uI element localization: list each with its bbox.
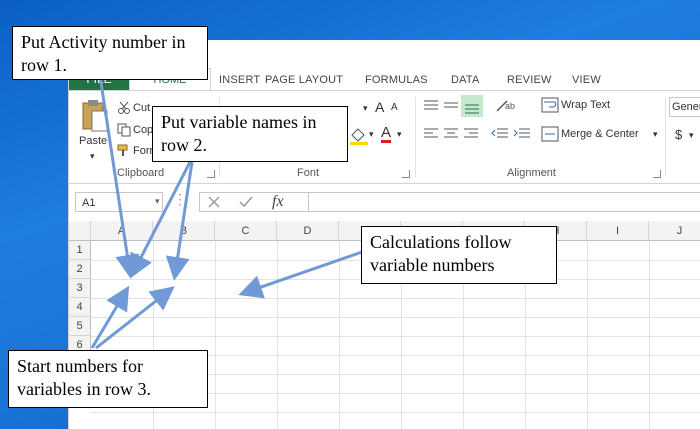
font-color-dropdown-icon[interactable]: ▾ [397, 129, 402, 140]
formula-bar: A1 ▾ ⋮ fx [69, 189, 700, 215]
column-header[interactable]: I [587, 221, 649, 241]
currency-dropdown-icon[interactable]: ▾ [689, 130, 694, 141]
tab-page-layout[interactable]: PAGE LAYOUT [265, 74, 343, 86]
name-box[interactable]: A1 [75, 192, 163, 212]
middle-align-icon[interactable] [443, 99, 459, 118]
currency-button[interactable]: $ [675, 127, 682, 142]
font-size-dropdown-icon[interactable]: ▾ [363, 103, 368, 114]
fill-color-dropdown-icon[interactable]: ▾ [369, 129, 374, 140]
format-painter-icon[interactable] [117, 144, 131, 163]
callout-calculations: Calculations follow variable numbers [361, 226, 557, 284]
clipboard-group-label: Clipboard [117, 167, 165, 179]
group-separator [415, 97, 416, 177]
paste-label[interactable]: Paste [79, 135, 107, 147]
column-header[interactable]: C [215, 221, 277, 241]
cancel-icon[interactable] [206, 195, 222, 214]
dialog-launcher-icon[interactable] [653, 170, 661, 178]
number-format-dropdown[interactable]: General [669, 97, 700, 117]
row-header[interactable]: 2 [69, 260, 91, 279]
row-header[interactable]: 5 [69, 317, 91, 336]
copy-icon[interactable] [117, 123, 131, 142]
gridline [277, 241, 278, 429]
svg-text:ab: ab [505, 101, 515, 111]
formula-buttons: fx [199, 192, 309, 212]
wrap-text-button[interactable]: Wrap Text [561, 99, 610, 111]
top-align-icon[interactable] [423, 99, 439, 118]
tab-formulas[interactable]: FORMULAS [365, 74, 428, 86]
font-color-button[interactable]: A [381, 125, 392, 143]
dialog-launcher-icon[interactable] [402, 170, 410, 178]
merge-center-button[interactable]: Merge & Center [561, 128, 639, 140]
dialog-launcher-icon[interactable] [207, 170, 215, 178]
column-header[interactable]: D [277, 221, 339, 241]
orientation-icon[interactable]: ab [495, 97, 517, 118]
callout-variable-names: Put variable names in row 2. [152, 106, 348, 162]
column-header[interactable]: J [649, 221, 700, 241]
gridline [339, 241, 340, 429]
callout-activity: Put Activity number in row 1. [12, 26, 208, 80]
cut-label[interactable]: Cut [133, 102, 150, 114]
row-header[interactable]: 4 [69, 298, 91, 317]
gridline [91, 336, 700, 337]
grow-font-button[interactable]: A [375, 99, 384, 115]
name-box-dropdown-icon[interactable]: ▾ [155, 196, 160, 207]
column-header[interactable]: B [153, 221, 215, 241]
fill-color-icon[interactable] [349, 127, 371, 150]
merge-center-icon[interactable] [541, 126, 559, 147]
decrease-indent-icon[interactable] [491, 127, 509, 146]
shrink-font-button[interactable]: A [391, 102, 398, 113]
gridline [91, 298, 700, 299]
group-separator [665, 97, 666, 177]
more-icon: ⋮ [173, 191, 187, 207]
tab-data[interactable]: DATA [451, 74, 480, 86]
font-group-label: Font [297, 167, 320, 179]
tab-insert[interactable]: INSERT [219, 74, 260, 86]
chevron-down-icon[interactable]: ▾ [90, 151, 95, 162]
alignment-group-label: Alignment [507, 167, 556, 179]
tab-review[interactable]: REVIEW [507, 74, 552, 86]
formula-input[interactable] [309, 192, 700, 212]
gridline [91, 317, 700, 318]
tab-view[interactable]: VIEW [572, 74, 601, 86]
enter-check-icon[interactable] [238, 195, 254, 214]
bottom-align-icon[interactable] [461, 95, 483, 117]
gridline [649, 241, 650, 429]
paste-icon[interactable] [81, 99, 109, 138]
gridline [587, 241, 588, 429]
gridline [215, 241, 216, 429]
row-header[interactable]: 3 [69, 279, 91, 298]
insert-function-button[interactable]: fx [272, 193, 284, 211]
merge-dropdown-icon[interactable]: ▾ [653, 129, 658, 140]
callout-start-numbers: Start numbers for variables in row 3. [8, 350, 208, 408]
row-header[interactable]: 1 [69, 241, 91, 260]
column-header[interactable]: A [91, 221, 153, 241]
align-left-icon[interactable] [423, 127, 439, 146]
wrap-text-icon[interactable] [541, 97, 559, 118]
increase-indent-icon[interactable] [513, 127, 531, 146]
gridline [91, 412, 700, 413]
select-all-corner[interactable] [69, 221, 91, 241]
align-center-icon[interactable] [443, 127, 459, 146]
align-right-icon[interactable] [463, 127, 479, 146]
scissors-icon[interactable] [117, 101, 131, 120]
